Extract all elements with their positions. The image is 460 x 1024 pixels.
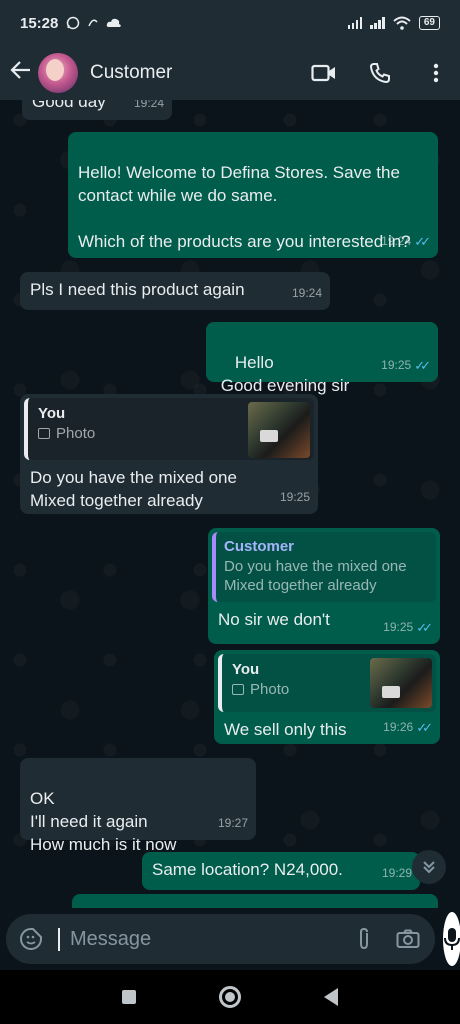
message-meta: 19:25 ✓✓ bbox=[381, 354, 431, 377]
nav-back-icon[interactable] bbox=[324, 988, 339, 1006]
cloud-icon bbox=[107, 18, 122, 27]
message-text: Do you have the mixed one Mixed together… bbox=[30, 468, 237, 510]
message-meta: 19:25 bbox=[280, 486, 310, 509]
quote-photo-label: Photo bbox=[250, 681, 290, 698]
message-text: OK I'll need it again How much is it now bbox=[30, 789, 177, 854]
voice-call-icon[interactable] bbox=[366, 59, 394, 87]
message-time: 19:24 bbox=[133, 100, 164, 110]
link-icon bbox=[88, 19, 98, 27]
message-text: Good day bbox=[32, 100, 106, 111]
quote-photo-label: Photo bbox=[56, 425, 96, 442]
message-time: 19:27 bbox=[217, 816, 248, 830]
chat-header: Customer bbox=[0, 46, 460, 100]
status-left: 15:28 bbox=[20, 15, 122, 32]
home-icon[interactable] bbox=[218, 986, 241, 1008]
message-outgoing[interactable]: Same location? N24,000. 19:29 bbox=[142, 852, 420, 890]
message-outgoing-reply[interactable]: Customer Do you have the mixed one Mixed… bbox=[208, 528, 440, 644]
message-outgoing[interactable]: Hello Good evening sir 19:25 ✓✓ bbox=[206, 322, 438, 395]
message-composer bbox=[0, 908, 460, 970]
status-time: 15:28 bbox=[20, 14, 59, 32]
message-outgoing[interactable]: Hello! Welcome to Defina Stores. Save th… bbox=[68, 132, 438, 258]
read-receipt-icon: ✓✓ bbox=[414, 234, 431, 249]
message-meta: 19:29 bbox=[382, 862, 412, 885]
read-receipt-icon: ✓✓ bbox=[414, 358, 431, 373]
read-receipt-icon: ✓✓ bbox=[416, 720, 433, 735]
message-meta: 19:27 bbox=[218, 812, 248, 835]
message-meta: 19:25 ✓✓ bbox=[383, 616, 433, 639]
system-nav-bar bbox=[0, 970, 460, 1024]
message-outgoing-reply[interactable]: You Photo We sell only this 19:26 ✓✓ bbox=[214, 650, 440, 744]
mic-button[interactable] bbox=[443, 912, 460, 966]
message-incoming[interactable]: OK I'll need it again How much is it now… bbox=[20, 758, 256, 854]
header-actions bbox=[310, 59, 450, 87]
signal-icon bbox=[347, 17, 363, 29]
message-meta: 19:24 bbox=[134, 100, 164, 115]
message-time: 19:24 bbox=[291, 286, 322, 300]
contact-name[interactable]: Customer bbox=[90, 62, 310, 84]
wifi-icon bbox=[393, 16, 411, 30]
double-chevron-down-icon bbox=[423, 861, 435, 874]
read-receipt-icon: ✓✓ bbox=[416, 620, 433, 635]
quote-text: Photo bbox=[38, 424, 240, 444]
message-time: 19:29 bbox=[381, 866, 412, 880]
message-input-container bbox=[6, 914, 435, 964]
message-time: 19:25 bbox=[279, 490, 310, 504]
quoted-message[interactable]: You Photo bbox=[24, 398, 314, 460]
message-text: Hello Good evening sir bbox=[220, 353, 350, 395]
avatar[interactable] bbox=[38, 53, 78, 93]
recent-apps-icon[interactable] bbox=[121, 990, 136, 1004]
more-options-icon[interactable] bbox=[422, 59, 450, 87]
message-input[interactable] bbox=[58, 927, 335, 951]
video-call-icon[interactable] bbox=[310, 59, 338, 87]
sticker-icon[interactable] bbox=[18, 926, 44, 952]
quoted-message[interactable]: Customer Do you have the mixed one Mixed… bbox=[212, 532, 436, 602]
notification-icons bbox=[66, 16, 122, 30]
message-incoming[interactable]: Good day 19:24 bbox=[22, 100, 172, 120]
quote-author: Customer bbox=[224, 538, 295, 555]
signal-icon-2 bbox=[370, 17, 385, 29]
message-text: Hello! Welcome to Defina Stores. Save th… bbox=[78, 163, 411, 251]
message-time: 19:24 bbox=[381, 234, 412, 248]
status-bar: 15:28 69 bbox=[0, 0, 460, 46]
scroll-down-button[interactable] bbox=[412, 850, 446, 884]
quote-text: Photo bbox=[232, 680, 362, 700]
message-outgoing-partial[interactable] bbox=[72, 894, 438, 908]
message-meta: 19:26 ✓✓ bbox=[383, 716, 433, 739]
chat-area[interactable]: Good day 19:24 Hello! Welcome to Defina … bbox=[0, 100, 460, 908]
back-arrow-icon[interactable] bbox=[10, 59, 34, 88]
message-meta: 19:24 bbox=[292, 282, 322, 305]
status-right: 69 bbox=[347, 16, 440, 30]
quote-thumbnail bbox=[370, 658, 432, 708]
quote-author: You bbox=[38, 405, 66, 422]
whatsapp-icon bbox=[67, 16, 80, 30]
message-time: 19:25 bbox=[381, 358, 412, 372]
message-text: Pls I need this product again bbox=[30, 280, 245, 299]
quote-thumbnail bbox=[248, 402, 310, 458]
message-time: 19:26 bbox=[383, 720, 414, 734]
quoted-message[interactable]: You Photo bbox=[218, 654, 436, 712]
battery-icon: 69 bbox=[418, 16, 440, 30]
message-meta: 19:24 ✓✓ bbox=[381, 230, 431, 253]
photo-icon bbox=[38, 428, 50, 439]
message-text: Same location? N24,000. bbox=[152, 860, 343, 879]
attach-icon[interactable] bbox=[349, 924, 379, 954]
message-incoming[interactable]: Pls I need this product again 19:24 bbox=[20, 272, 330, 310]
quote-author: You bbox=[232, 661, 260, 678]
camera-icon[interactable] bbox=[393, 924, 423, 954]
mic-icon bbox=[444, 928, 460, 950]
message-time: 19:25 bbox=[383, 620, 414, 634]
message-incoming-reply[interactable]: You Photo Do you have the mixed one Mixe… bbox=[20, 394, 318, 514]
quote-text: Do you have the mixed one Mixed together… bbox=[224, 558, 407, 594]
photo-icon bbox=[232, 684, 244, 695]
